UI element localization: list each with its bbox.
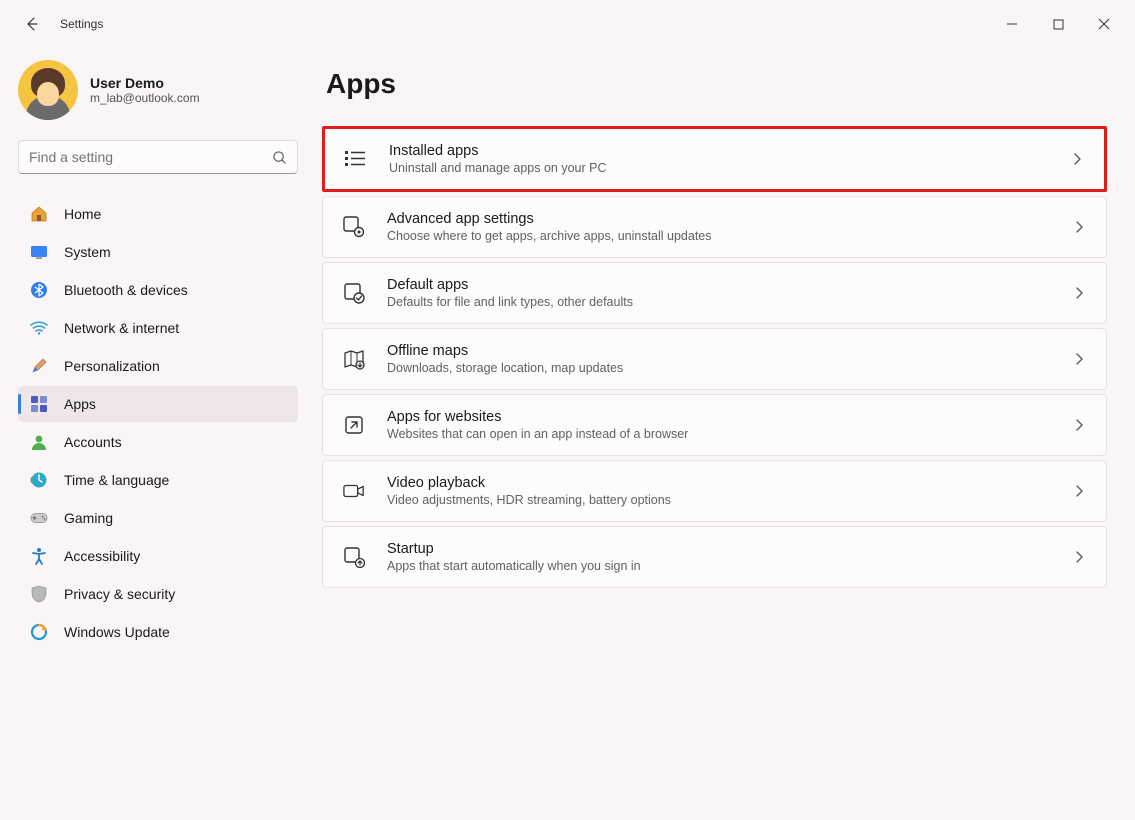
arrow-left-icon [24, 16, 40, 32]
list-icon [345, 148, 367, 170]
card-title: Default apps [387, 277, 1072, 293]
sidebar-item-network[interactable]: Network & internet [18, 310, 298, 346]
wifi-icon [30, 319, 48, 337]
chevron-right-icon [1072, 352, 1086, 366]
card-subtitle: Uninstall and manage apps on your PC [389, 161, 1070, 175]
chevron-right-icon [1070, 152, 1084, 166]
search-input[interactable] [29, 149, 272, 165]
profile-block[interactable]: User Demo m_lab@outlook.com [18, 60, 298, 120]
sidebar-item-label: Network & internet [64, 320, 179, 336]
profile-name: User Demo [90, 75, 200, 91]
card-apps-websites[interactable]: Apps for websites Websites that can open… [322, 394, 1107, 456]
titlebar: Settings [0, 0, 1135, 48]
close-icon [1098, 18, 1110, 30]
maximize-icon [1053, 19, 1064, 30]
chevron-right-icon [1072, 286, 1086, 300]
profile-email: m_lab@outlook.com [90, 91, 200, 105]
account-icon [30, 433, 48, 451]
card-title: Startup [387, 541, 1072, 557]
sidebar-item-accounts[interactable]: Accounts [18, 424, 298, 460]
sidebar-item-accessibility[interactable]: Accessibility [18, 538, 298, 574]
accessibility-icon [30, 547, 48, 565]
home-icon [30, 205, 48, 223]
sidebar-item-label: Time & language [64, 472, 169, 488]
startup-icon [343, 546, 365, 568]
sidebar-item-label: Personalization [64, 358, 160, 374]
card-title: Advanced app settings [387, 211, 1072, 227]
update-icon [30, 623, 48, 641]
system-icon [30, 243, 48, 261]
apps-icon [30, 395, 48, 413]
sidebar: User Demo m_lab@outlook.com Home System … [0, 48, 310, 820]
close-button[interactable] [1081, 8, 1127, 40]
nav-list: Home System Bluetooth & devices Network … [18, 196, 298, 650]
sidebar-item-label: Bluetooth & devices [64, 282, 188, 298]
sidebar-item-label: System [64, 244, 111, 260]
map-icon [343, 348, 365, 370]
search-box[interactable] [18, 140, 298, 174]
sidebar-item-label: Accounts [64, 434, 122, 450]
card-subtitle: Choose where to get apps, archive apps, … [387, 229, 1072, 243]
time-icon [30, 471, 48, 489]
sidebar-item-time[interactable]: Time & language [18, 462, 298, 498]
gaming-icon [30, 509, 48, 527]
sidebar-item-label: Gaming [64, 510, 113, 526]
card-advanced-settings[interactable]: Advanced app settings Choose where to ge… [322, 196, 1107, 258]
card-startup[interactable]: Startup Apps that start automatically wh… [322, 526, 1107, 588]
sidebar-item-gaming[interactable]: Gaming [18, 500, 298, 536]
main-content: Apps Installed apps Uninstall and manage… [310, 48, 1135, 820]
minimize-button[interactable] [989, 8, 1035, 40]
sidebar-item-apps[interactable]: Apps [18, 386, 298, 422]
defaults-icon [343, 282, 365, 304]
card-video-playback[interactable]: Video playback Video adjustments, HDR st… [322, 460, 1107, 522]
video-icon [343, 480, 365, 502]
avatar [18, 60, 78, 120]
card-offline-maps[interactable]: Offline maps Downloads, storage location… [322, 328, 1107, 390]
chevron-right-icon [1072, 220, 1086, 234]
card-subtitle: Downloads, storage location, map updates [387, 361, 1072, 375]
sidebar-item-label: Home [64, 206, 101, 222]
chevron-right-icon [1072, 550, 1086, 564]
card-title: Video playback [387, 475, 1072, 491]
card-title: Apps for websites [387, 409, 1072, 425]
card-subtitle: Apps that start automatically when you s… [387, 559, 1072, 573]
maximize-button[interactable] [1035, 8, 1081, 40]
card-default-apps[interactable]: Default apps Defaults for file and link … [322, 262, 1107, 324]
card-installed-apps[interactable]: Installed apps Uninstall and manage apps… [322, 126, 1107, 192]
minimize-icon [1006, 18, 1018, 30]
sidebar-item-personalization[interactable]: Personalization [18, 348, 298, 384]
bluetooth-icon [30, 281, 48, 299]
brush-icon [30, 357, 48, 375]
back-button[interactable] [20, 12, 44, 36]
chevron-right-icon [1072, 418, 1086, 432]
sidebar-item-update[interactable]: Windows Update [18, 614, 298, 650]
window-title: Settings [60, 17, 103, 31]
sidebar-item-label: Windows Update [64, 624, 170, 640]
card-title: Installed apps [389, 143, 1070, 159]
card-subtitle: Video adjustments, HDR streaming, batter… [387, 493, 1072, 507]
sidebar-item-home[interactable]: Home [18, 196, 298, 232]
websites-icon [343, 414, 365, 436]
privacy-icon [30, 585, 48, 603]
search-icon [272, 150, 287, 165]
advanced-icon [343, 216, 365, 238]
sidebar-item-label: Apps [64, 396, 96, 412]
card-title: Offline maps [387, 343, 1072, 359]
page-title: Apps [326, 68, 1107, 100]
sidebar-item-label: Accessibility [64, 548, 140, 564]
sidebar-item-bluetooth[interactable]: Bluetooth & devices [18, 272, 298, 308]
card-subtitle: Websites that can open in an app instead… [387, 427, 1072, 441]
sidebar-item-label: Privacy & security [64, 586, 175, 602]
sidebar-item-privacy[interactable]: Privacy & security [18, 576, 298, 612]
window-controls [989, 8, 1127, 40]
sidebar-item-system[interactable]: System [18, 234, 298, 270]
card-subtitle: Defaults for file and link types, other … [387, 295, 1072, 309]
chevron-right-icon [1072, 484, 1086, 498]
